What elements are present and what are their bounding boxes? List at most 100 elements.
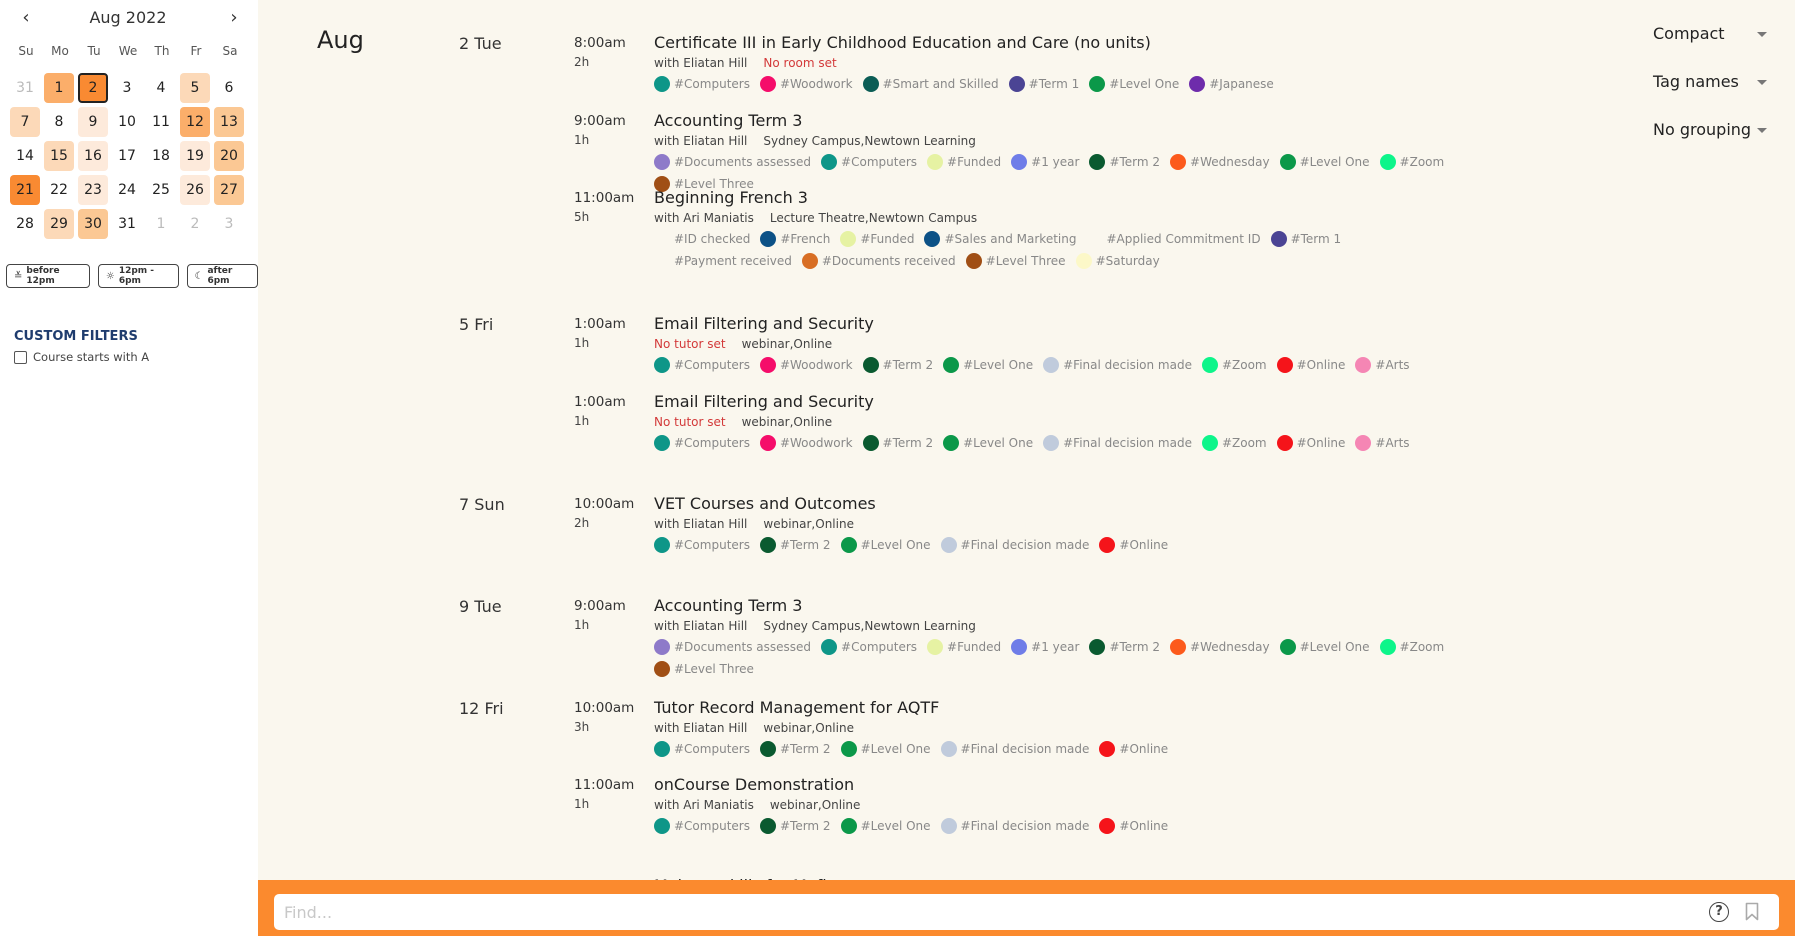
calendar-day[interactable]: 2 [180,209,210,239]
tag-chip[interactable]: #Level One [1279,154,1370,170]
calendar-day[interactable]: 26 [180,175,210,205]
event-title[interactable]: Beginning French 3 [654,188,1654,207]
custom-filter-course-starts-with-a[interactable]: Course starts with A [14,350,149,364]
checkbox[interactable] [14,350,27,364]
tag-chip[interactable]: #Funded [840,231,914,247]
tag-chip[interactable]: #Documents assessed [654,639,811,655]
event-title[interactable]: Email Filtering and Security [654,314,1654,333]
calendar-day[interactable]: 3 [214,209,244,239]
tag-chip[interactable]: #Smart and Skilled [862,76,999,92]
tag-chip[interactable]: #Online [1099,537,1168,553]
tag-chip[interactable]: #Term 2 [862,435,933,451]
tag-display-select[interactable]: Tag names [1653,72,1778,120]
tag-chip[interactable]: #Woodwork [759,357,853,373]
time-filter-button[interactable]: ≚ before 12pm [6,264,90,288]
tag-chip[interactable]: #Final decision made [1043,435,1192,451]
calendar-day[interactable]: 10 [112,107,142,137]
calendar-day-selected[interactable]: 2 [78,73,108,103]
event-title[interactable]: onCourse Demonstration [654,775,1654,794]
find-input[interactable] [284,894,1684,930]
tag-chip[interactable]: #ID checked [654,231,750,247]
tag-chip[interactable]: #Term 1 [1270,231,1341,247]
tag-chip[interactable]: #1 year [1011,154,1079,170]
calendar-day[interactable]: 4 [146,73,176,103]
tag-chip[interactable]: #Term 2 [759,537,831,553]
tag-chip[interactable]: #Funded [927,154,1001,170]
calendar-day[interactable]: 8 [44,107,74,137]
tag-chip[interactable]: #Level One [943,435,1033,451]
tag-chip[interactable]: #Final decision made [940,537,1089,553]
tag-chip[interactable]: #Term 2 [1089,154,1160,170]
tag-chip[interactable]: #Term 2 [759,741,831,757]
calendar-day[interactable]: 1 [146,209,176,239]
calendar-day[interactable]: 16 [78,141,108,171]
event-title[interactable]: Accounting Term 3 [654,596,1654,615]
calendar-day[interactable]: 7 [10,107,40,137]
calendar-day[interactable]: 21 [10,175,40,205]
tag-chip[interactable]: #Level One [1279,639,1370,655]
calendar-day[interactable]: 17 [112,141,142,171]
view-mode-select[interactable]: Compact [1653,24,1778,72]
tag-chip[interactable]: #Arts [1355,435,1410,451]
calendar-day[interactable]: 9 [78,107,108,137]
tag-chip[interactable]: #Computers [654,435,750,451]
calendar-day[interactable]: 18 [146,141,176,171]
tag-chip[interactable]: #Documents assessed [654,154,811,170]
calendar-day[interactable]: 24 [112,175,142,205]
calendar-day[interactable]: 14 [10,141,40,171]
tag-chip[interactable]: #Online [1099,818,1168,834]
tag-chip[interactable]: #Level Three [965,253,1066,269]
tag-chip[interactable]: #Computers [654,818,750,834]
tag-chip[interactable]: #Computers [654,741,750,757]
tag-chip[interactable]: #Term 2 [862,357,933,373]
tag-chip[interactable]: #Wednesday [1170,639,1270,655]
calendar-day[interactable]: 1 [44,73,74,103]
tag-chip[interactable]: #Level One [840,818,931,834]
event-title[interactable]: Certificate III in Early Childhood Educa… [654,33,1654,52]
grouping-select[interactable]: No grouping [1653,120,1778,168]
calendar-day[interactable]: 30 [78,209,108,239]
calendar-day[interactable]: 6 [214,73,244,103]
tag-chip[interactable]: #Funded [927,639,1001,655]
tag-chip[interactable]: #Saturday [1075,253,1160,269]
tag-chip[interactable]: #Documents received [801,253,956,269]
tag-chip[interactable]: #Woodwork [759,435,853,451]
tag-chip[interactable]: #1 year [1011,639,1079,655]
event-title[interactable]: Email Filtering and Security [654,392,1654,411]
tag-chip[interactable]: #Zoom [1201,435,1267,451]
tag-chip[interactable]: #Computers [654,357,750,373]
tag-chip[interactable]: #Zoom [1201,357,1267,373]
tag-chip[interactable]: #Computers [654,537,750,553]
chevron-right-icon[interactable]: › [224,6,244,30]
tag-chip[interactable]: #French [760,231,830,247]
tag-chip[interactable]: #Arts [1355,357,1410,373]
tag-chip[interactable]: #Term 2 [759,818,831,834]
tag-chip[interactable]: #Computers [654,76,750,92]
calendar-day[interactable]: 22 [44,175,74,205]
tag-chip[interactable]: #Term 1 [1008,76,1079,92]
tag-chip[interactable]: #Zoom [1379,639,1444,655]
tag-chip[interactable]: #Applied Commitment ID [1086,231,1261,247]
calendar-day[interactable]: 12 [180,107,210,137]
calendar-day[interactable]: 11 [146,107,176,137]
tag-chip[interactable]: #Wednesday [1170,154,1270,170]
tag-chip[interactable]: #Level One [840,741,931,757]
calendar-day[interactable]: 27 [214,175,244,205]
calendar-day[interactable]: 13 [214,107,244,137]
calendar-day[interactable]: 20 [214,141,244,171]
tag-chip[interactable]: #Level Three [654,661,754,677]
calendar-day[interactable]: 31 [10,73,40,103]
calendar-day[interactable]: 5 [180,73,210,103]
help-icon[interactable]: ? [1709,902,1729,922]
tag-chip[interactable]: #Zoom [1379,154,1444,170]
calendar-day[interactable]: 19 [180,141,210,171]
calendar-day[interactable]: 31 [112,209,142,239]
event-title[interactable]: Accounting Term 3 [654,111,1654,130]
calendar-day[interactable]: 3 [112,73,142,103]
tag-chip[interactable]: #Online [1099,741,1168,757]
tag-chip[interactable]: #Online [1276,357,1345,373]
tag-chip[interactable]: #Level One [840,537,931,553]
tag-chip[interactable]: #Online [1276,435,1345,451]
calendar-day[interactable]: 15 [44,141,74,171]
time-filter-button[interactable]: ☼ 12pm - 6pm [97,264,179,288]
